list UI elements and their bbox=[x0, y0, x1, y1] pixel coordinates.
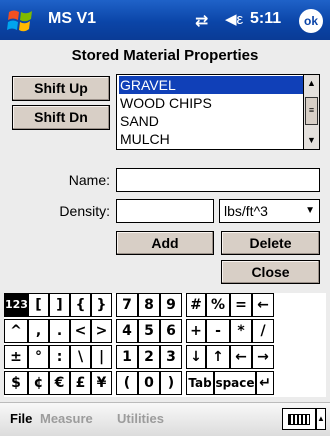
key[interactable]: 6 bbox=[160, 319, 182, 343]
density-label: Density: bbox=[59, 203, 110, 219]
name-label: Name: bbox=[68, 172, 110, 188]
key[interactable]: 1 bbox=[116, 345, 138, 369]
key[interactable]: [ bbox=[28, 293, 49, 317]
soft-keyboard: 123 [ ] { } 7 8 9 # % = ← ^ , . < > 4 5 … bbox=[4, 293, 326, 397]
space-key[interactable]: space bbox=[214, 371, 256, 395]
key[interactable]: 0 bbox=[138, 371, 160, 395]
delete-button[interactable]: Delete bbox=[221, 231, 320, 255]
key[interactable]: 7 bbox=[116, 293, 138, 317]
list-item[interactable]: SAND bbox=[119, 112, 303, 130]
key[interactable]: ¥ bbox=[91, 371, 112, 395]
shift-down-button[interactable]: Shift Dn bbox=[12, 105, 110, 130]
key[interactable]: ^ bbox=[4, 319, 28, 343]
key[interactable]: ¢ bbox=[28, 371, 49, 395]
key[interactable]: 2 bbox=[138, 345, 160, 369]
key[interactable]: - bbox=[206, 319, 230, 343]
scroll-thumb[interactable]: ≡ bbox=[305, 97, 318, 125]
key[interactable]: \ bbox=[70, 345, 91, 369]
key[interactable]: 5 bbox=[138, 319, 160, 343]
units-dropdown[interactable]: lbs/ft^3 ▼ bbox=[219, 199, 320, 223]
volume-icon[interactable]: ◀ε bbox=[225, 10, 243, 28]
windows-flag-icon bbox=[7, 10, 32, 32]
density-input[interactable] bbox=[116, 199, 214, 223]
app-title: MS V1 bbox=[48, 10, 97, 27]
key[interactable]: : bbox=[49, 345, 70, 369]
list-scrollbar[interactable]: ▲ ≡ ▼ bbox=[303, 75, 319, 149]
chevron-down-icon: ▼ bbox=[305, 205, 315, 216]
key[interactable]: ( bbox=[116, 371, 138, 395]
key[interactable]: * bbox=[230, 319, 252, 343]
key[interactable]: | bbox=[91, 345, 112, 369]
key[interactable]: < bbox=[70, 319, 91, 343]
close-button[interactable]: Close bbox=[221, 260, 320, 284]
shift-up-button[interactable]: Shift Up bbox=[12, 76, 110, 101]
key[interactable]: $ bbox=[4, 371, 28, 395]
key[interactable]: = bbox=[230, 293, 252, 317]
list-item[interactable]: GRAVEL bbox=[119, 76, 303, 94]
input-panel-arrow-icon[interactable]: ▲ bbox=[316, 408, 326, 430]
key[interactable]: ↑ bbox=[206, 345, 230, 369]
name-input[interactable] bbox=[116, 168, 320, 192]
key[interactable]: 3 bbox=[160, 345, 182, 369]
key[interactable]: ← bbox=[230, 345, 252, 369]
key[interactable]: . bbox=[49, 319, 70, 343]
connectivity-icon[interactable]: ⇄ bbox=[195, 11, 208, 31]
units-value: lbs/ft^3 bbox=[224, 203, 268, 219]
clock[interactable]: 5:11 bbox=[250, 10, 281, 28]
menu-bar: File Measure Utilities ▲ bbox=[0, 402, 330, 436]
list-item[interactable]: WOOD CHIPS bbox=[119, 94, 303, 112]
key[interactable]: £ bbox=[70, 371, 91, 395]
key[interactable]: } bbox=[91, 293, 112, 317]
ok-button[interactable]: ok bbox=[299, 9, 323, 33]
menu-measure[interactable]: Measure bbox=[40, 411, 93, 426]
title-bar: MS V1 ⇄ ◀ε 5:11 ok bbox=[0, 0, 330, 40]
key[interactable]: / bbox=[252, 319, 274, 343]
key[interactable]: ] bbox=[49, 293, 70, 317]
key[interactable]: { bbox=[70, 293, 91, 317]
key[interactable]: ± bbox=[4, 345, 28, 369]
key[interactable]: ° bbox=[28, 345, 49, 369]
key[interactable]: ) bbox=[160, 371, 182, 395]
key[interactable]: > bbox=[91, 319, 112, 343]
tab-key[interactable]: Tab bbox=[186, 371, 214, 395]
key-123[interactable]: 123 bbox=[4, 293, 28, 317]
key[interactable]: → bbox=[252, 345, 274, 369]
key[interactable]: 8 bbox=[138, 293, 160, 317]
key[interactable]: + bbox=[186, 319, 206, 343]
key[interactable]: 9 bbox=[160, 293, 182, 317]
form-title: Stored Material Properties bbox=[71, 47, 259, 64]
key[interactable]: ↓ bbox=[186, 345, 206, 369]
scroll-up-arrow-icon[interactable]: ▲ bbox=[304, 75, 319, 91]
enter-key[interactable]: ↵ bbox=[256, 371, 274, 395]
backspace-key[interactable]: ← bbox=[252, 293, 274, 317]
list-item[interactable]: MULCH bbox=[119, 130, 303, 148]
add-button[interactable]: Add bbox=[116, 231, 214, 255]
keyboard-icon bbox=[288, 414, 310, 425]
key[interactable]: € bbox=[49, 371, 70, 395]
key[interactable]: , bbox=[28, 319, 49, 343]
input-panel-button[interactable] bbox=[282, 408, 316, 430]
key[interactable]: 4 bbox=[116, 319, 138, 343]
materials-listbox[interactable]: GRAVEL WOOD CHIPS SAND MULCH ▲ ≡ ▼ bbox=[116, 74, 320, 150]
menu-utilities[interactable]: Utilities bbox=[117, 411, 164, 426]
key[interactable]: % bbox=[206, 293, 230, 317]
key[interactable]: # bbox=[186, 293, 206, 317]
scroll-down-arrow-icon[interactable]: ▼ bbox=[304, 132, 319, 148]
menu-file[interactable]: File bbox=[10, 411, 32, 426]
windows-start-button[interactable] bbox=[4, 3, 38, 37]
